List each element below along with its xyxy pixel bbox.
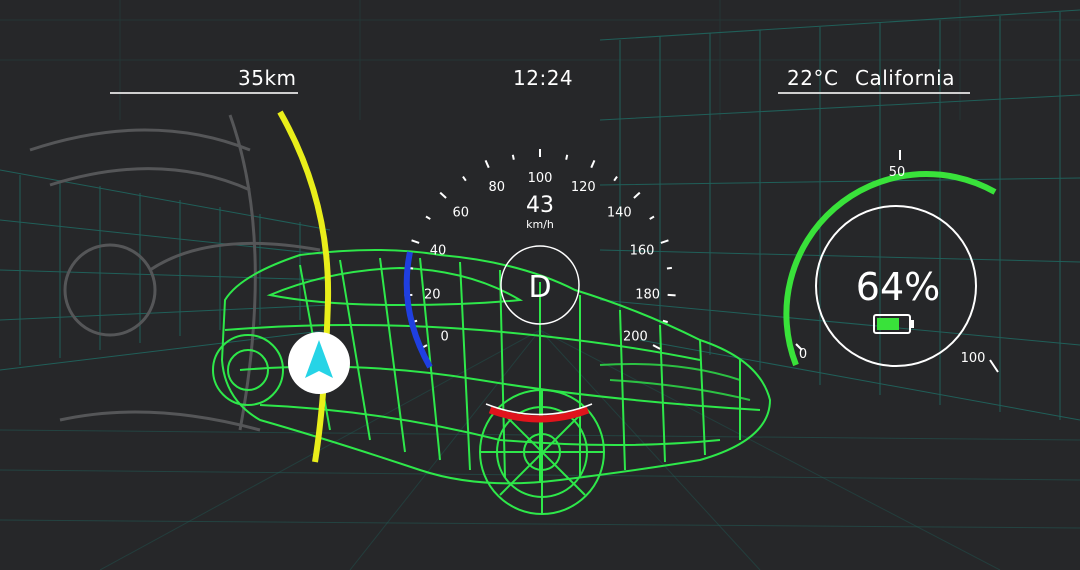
speed-tick: [462, 176, 467, 182]
speed-tick: [411, 239, 420, 244]
speed-tick: [666, 266, 673, 270]
speed-tick: [484, 159, 490, 169]
speed-tick: [425, 215, 431, 220]
header-divider-right: [778, 92, 970, 94]
gear-letter: D: [528, 270, 551, 305]
header-divider-left: [110, 92, 298, 94]
speed-scale-label: 0: [441, 330, 449, 345]
speed-tick: [633, 191, 641, 199]
speed-tick: [565, 154, 569, 160]
speed-tick: [590, 159, 596, 169]
speed-tick: [439, 191, 447, 199]
speed-scale-label: 40: [430, 243, 447, 258]
speed-tick: [662, 319, 668, 324]
location-name: California: [855, 66, 955, 90]
speed-scale-label: 120: [571, 180, 596, 195]
speed-tick: [511, 154, 515, 160]
battery-scale-50: 50: [889, 165, 906, 180]
speed-scale-label: 20: [424, 287, 441, 302]
speed-tick: [652, 344, 661, 350]
speed-scale-label: 160: [630, 243, 655, 258]
battery-percent: 64%: [856, 265, 940, 309]
battery-scale-100: 100: [961, 351, 986, 366]
speed-tick: [613, 176, 618, 182]
speed-value: 43: [526, 193, 554, 218]
speed-scale-label: 80: [488, 180, 505, 195]
speed-tick: [667, 293, 676, 297]
speed-scale-label: 100: [528, 171, 553, 186]
temperature: 22°C: [787, 66, 839, 90]
speed-scale-label: 180: [635, 287, 660, 302]
speed-scale-label: 140: [607, 206, 632, 221]
battery-scale-0: 0: [799, 347, 807, 362]
speed-scale-label: 60: [452, 206, 469, 221]
speed-unit: km/h: [526, 218, 554, 231]
speed-scale-label: 200: [623, 330, 648, 345]
speed-tick: [660, 239, 669, 244]
clock: 12:24: [513, 66, 574, 90]
distance-readout: 35km: [238, 66, 297, 90]
speed-tick: [649, 215, 655, 220]
